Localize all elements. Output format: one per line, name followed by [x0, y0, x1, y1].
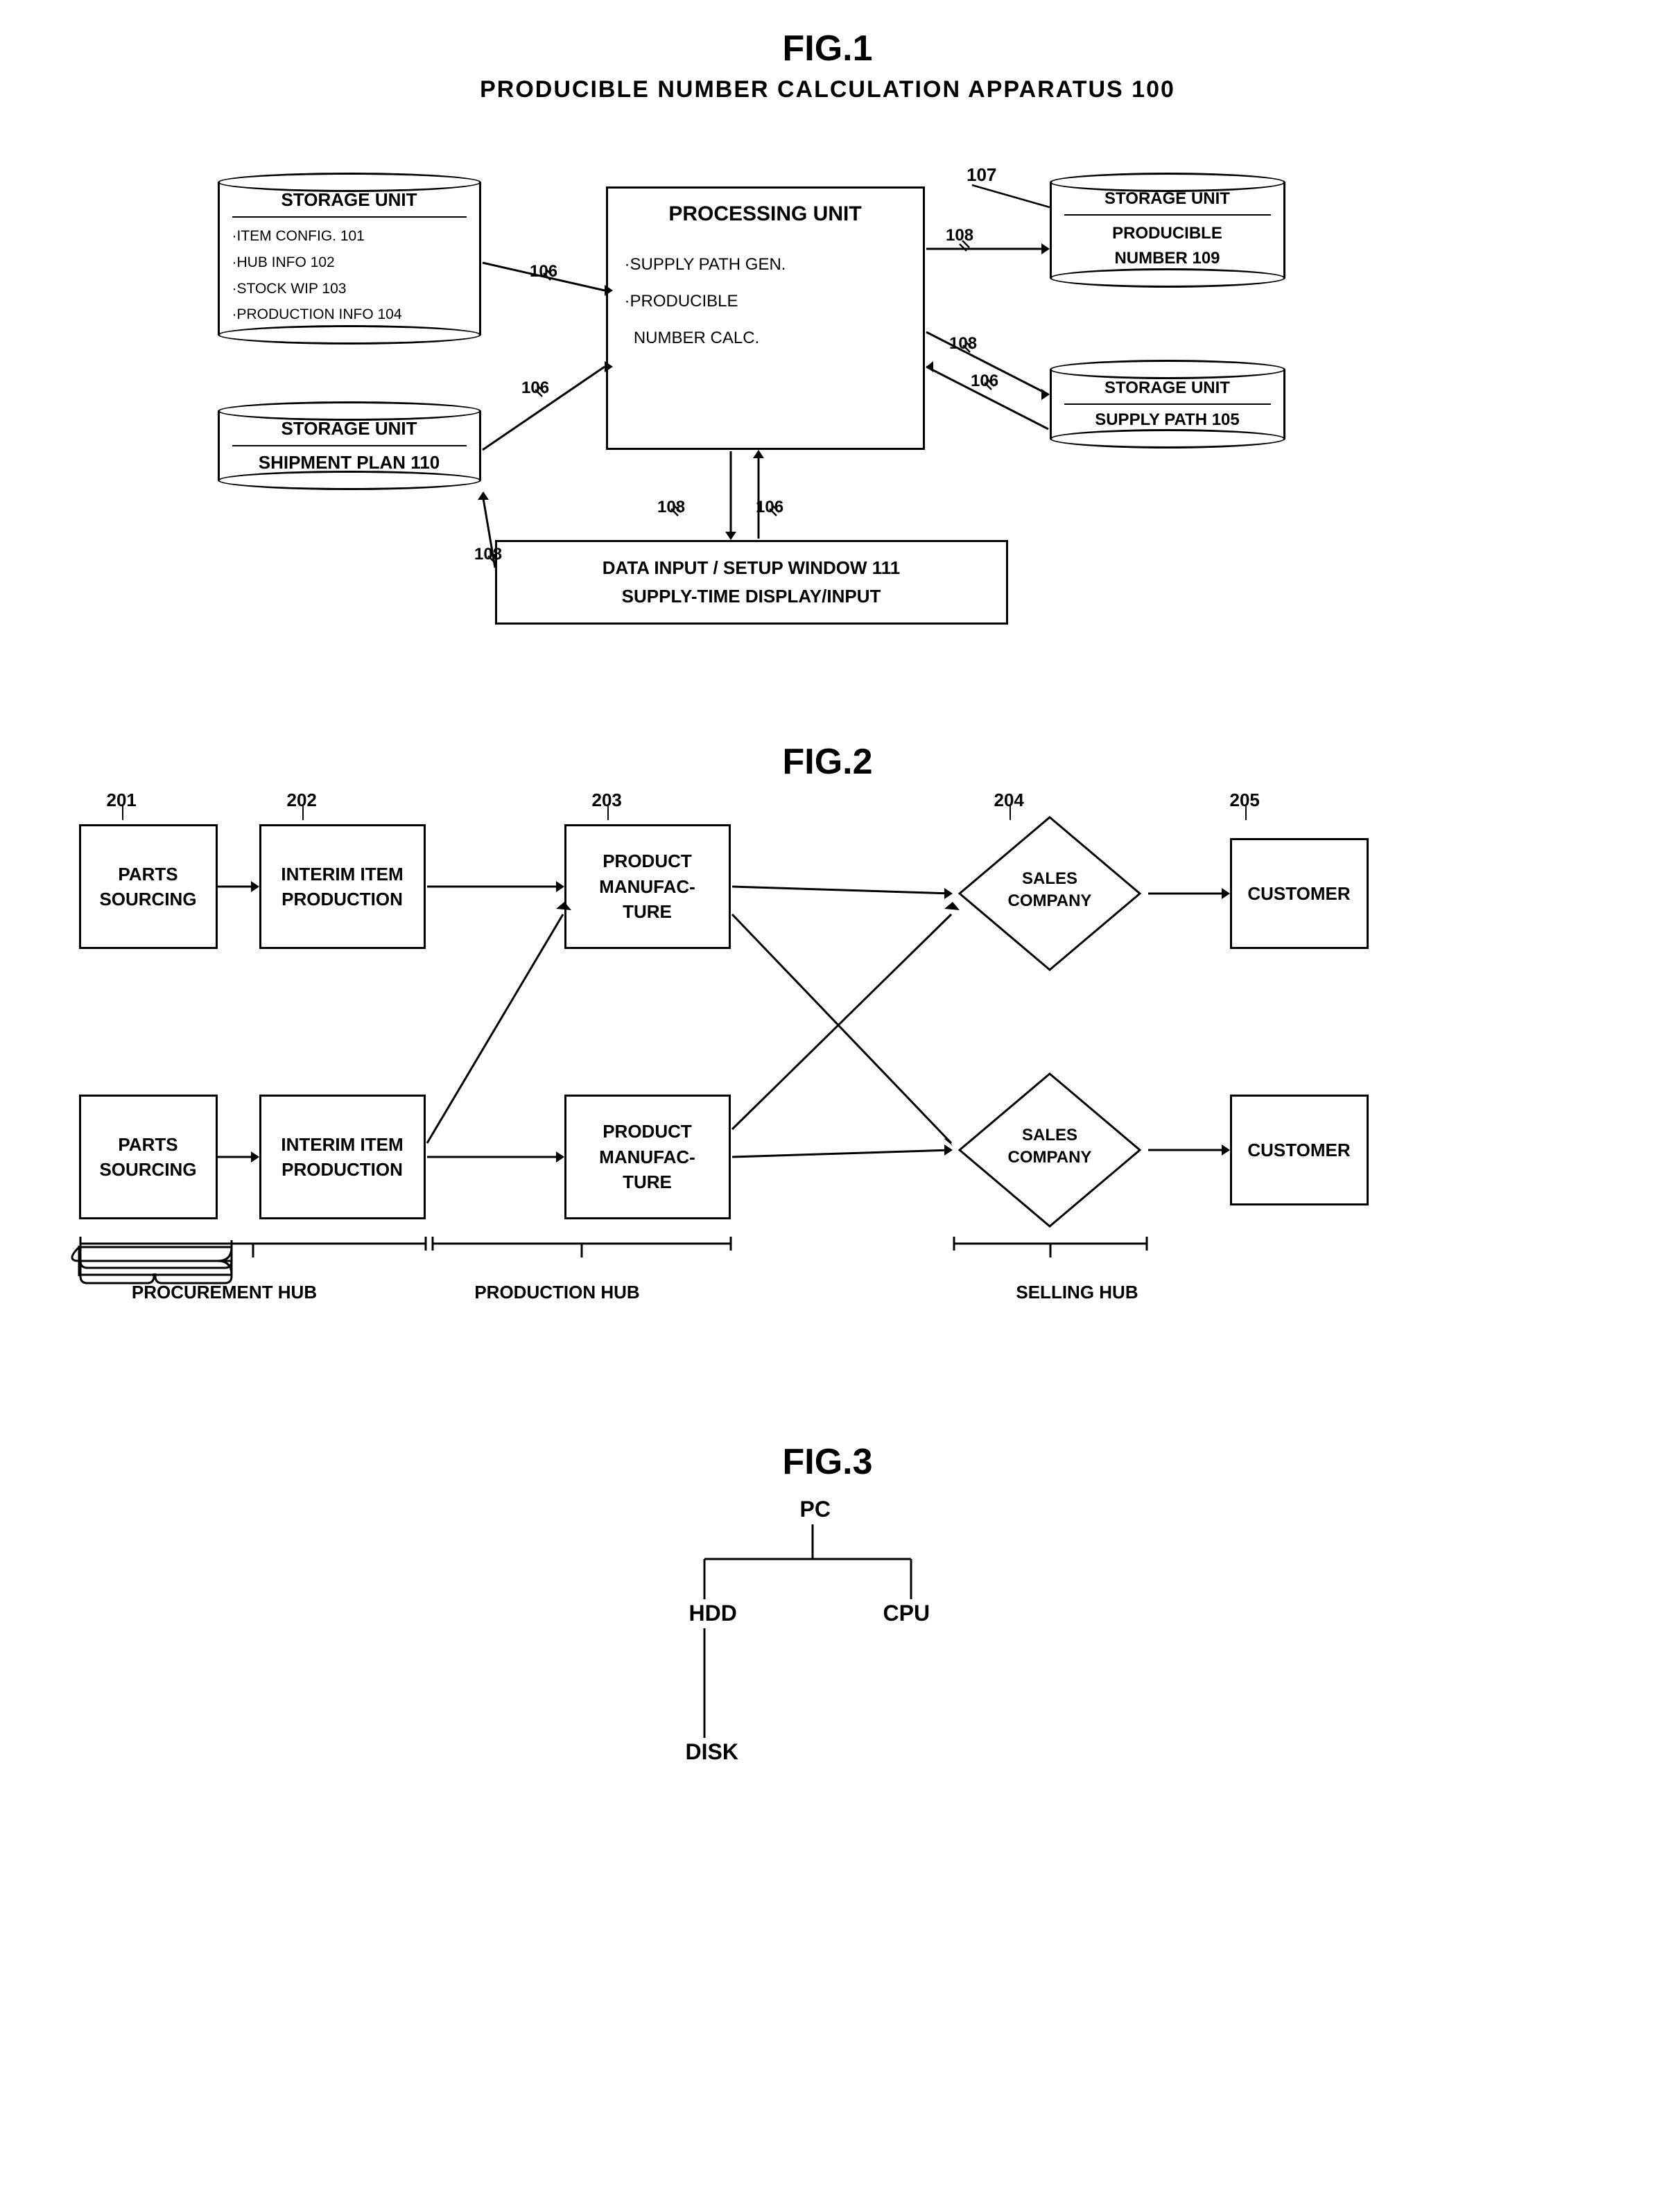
fig1-subtitle: PRODUCIBLE NUMBER CALCULATION APPARATUS … [42, 76, 1613, 103]
svg-text:108: 108 [657, 498, 685, 516]
svg-text:108: 108 [946, 226, 973, 245]
fig2-braces [65, 1233, 1591, 1316]
ref-107: 107 [967, 164, 996, 185]
fig2-section: FIG.2 201 202 203 204 205 PARTSSOURCING … [42, 741, 1613, 1358]
fig3-title: FIG.3 [42, 1441, 1613, 1483]
svg-text:108: 108 [949, 334, 977, 353]
fig2-diagram: 201 202 203 204 205 PARTSSOURCING INTERI… [65, 790, 1591, 1358]
fig3-diagram: PC HDD CPU DISK [620, 1490, 1036, 1809]
fig1-title: FIG.1 [42, 28, 1613, 69]
fig1-diagram: STORAGE UNIT ·ITEM CONFIG. 101 ·HUB INFO… [204, 131, 1452, 672]
svg-text:106: 106 [521, 378, 549, 397]
svg-text:106: 106 [530, 262, 557, 281]
fig1-section: FIG.1 PRODUCIBLE NUMBER CALCULATION APPA… [42, 28, 1613, 672]
svg-text:106: 106 [756, 498, 783, 516]
svg-text:108: 108 [474, 545, 502, 564]
fig3-section: FIG.3 PC HDD CPU DISK [42, 1441, 1613, 1809]
fig3-lines [620, 1490, 1036, 1809]
fig2-title: FIG.2 [42, 741, 1613, 783]
svg-text:106: 106 [971, 372, 998, 390]
